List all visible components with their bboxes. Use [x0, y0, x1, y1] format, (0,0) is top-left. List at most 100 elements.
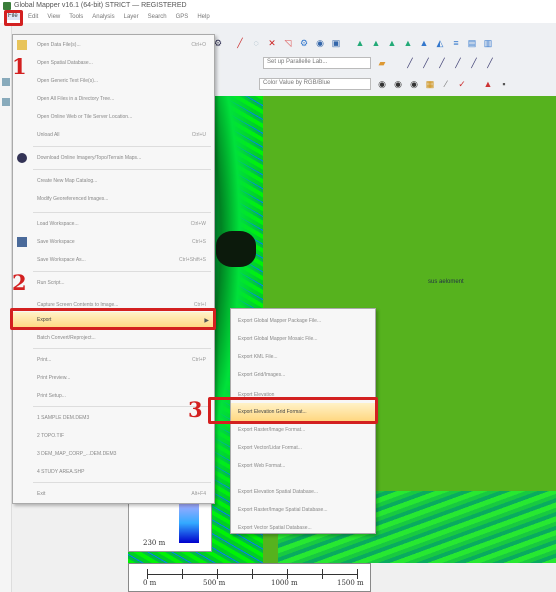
- digitize-icon-6[interactable]: ╱: [484, 57, 496, 69]
- wand-icon[interactable]: ⁄: [440, 78, 452, 90]
- grid-icon[interactable]: ≡: [450, 37, 462, 49]
- menu-item-unload-all[interactable]: Unload All Ctrl+U: [13, 127, 214, 143]
- window-title: Global Mapper v16.1 (64-bit) STRICT — RE…: [14, 2, 187, 9]
- menu-view[interactable]: View: [47, 14, 60, 20]
- toolbar-area: ⚙ ╱ ◌ ✕ ◹ ⚙ ◉ ▣ ▲ ▲ ▲ ▲ ▲ ◭ ≡ ▤ ▥ Set up…: [210, 23, 556, 96]
- menu-item-open-spatial-database[interactable]: Open Spatial Database...: [13, 55, 214, 71]
- menu-item-save-workspace-as[interactable]: Save Workspace As... Ctrl+Shift+S: [13, 252, 214, 268]
- menu-item-save-workspace[interactable]: Save Workspace Ctrl+S: [13, 234, 214, 250]
- menu-item-print[interactable]: Print... Ctrl+P: [13, 352, 214, 368]
- export-mosaic-file[interactable]: Export Global Mapper Mosaic File...: [231, 330, 375, 348]
- scale-tick: [182, 569, 183, 579]
- digitize-icon-5[interactable]: ╱: [468, 57, 480, 69]
- terrain-icon-1[interactable]: ▲: [354, 37, 366, 49]
- menu-item-recent-4[interactable]: 4 STUDY AREA.SHP: [13, 464, 214, 480]
- menu-separator: [33, 169, 211, 170]
- scale-tick: [217, 569, 218, 579]
- menu-layer[interactable]: Layer: [124, 14, 139, 20]
- hill-shade-icon[interactable]: ▦: [424, 78, 436, 90]
- menu-item-modify-images[interactable]: Modify Georeferenced Images...: [13, 191, 214, 207]
- profile-icon[interactable]: ◭: [434, 37, 446, 49]
- scale-tick: [357, 569, 358, 579]
- legend-min-label: 230 m: [143, 539, 166, 547]
- export-elevation-spatial-db[interactable]: Export Elevation Spatial Database...: [231, 483, 375, 501]
- shader-dropdown[interactable]: Color Value by RGB/Blue: [259, 78, 371, 90]
- projection-dropdown[interactable]: Set up Parallelle Lab...: [263, 57, 371, 69]
- menu-item-download-online[interactable]: Download Online Imagery/Topo/Terrain Map…: [13, 150, 214, 166]
- menu-edit[interactable]: Edit: [28, 14, 38, 20]
- digitize-icon-3[interactable]: ╱: [436, 57, 448, 69]
- menu-gps[interactable]: GPS: [176, 14, 189, 20]
- tool-icon-1[interactable]: [2, 78, 10, 86]
- terrain-icon-3[interactable]: ▲: [386, 37, 398, 49]
- shader-icon-3[interactable]: ◉: [408, 78, 420, 90]
- menu-item-run-script[interactable]: Run Script...: [13, 275, 214, 291]
- map-feature-label: sus aeloment: [428, 279, 464, 285]
- view-3d-icon[interactable]: ▲: [418, 37, 430, 49]
- digitize-icon-2[interactable]: ╱: [420, 57, 432, 69]
- export-vector-lidar-format[interactable]: Export Vector/Lidar Format...: [231, 439, 375, 457]
- menu-separator: [33, 212, 211, 213]
- gear-icon[interactable]: ⚙: [298, 37, 310, 49]
- menu-item-recent-2[interactable]: 2 TOPO.TIF: [13, 428, 214, 444]
- scale-bar: 0 m 500 m 1000 m 1500 m: [128, 563, 371, 592]
- menu-item-recent-1[interactable]: 1 SAMPLE DEM.DEM3: [13, 410, 214, 426]
- scale-tick: [252, 569, 253, 579]
- export-web-format[interactable]: Export Web Format...: [231, 457, 375, 475]
- step-number-2: 2: [12, 270, 27, 295]
- step-number-1: 1: [12, 54, 27, 79]
- menu-help[interactable]: Help: [197, 14, 209, 20]
- chart-icon[interactable]: ▥: [482, 37, 494, 49]
- export-grid-images[interactable]: Export Grid/Images...: [231, 366, 375, 384]
- menu-item-exit[interactable]: Exit Alt+F4: [13, 486, 214, 502]
- menu-item-open-data-files[interactable]: Open Data File(s)... Ctrl+O: [13, 37, 214, 53]
- step-number-3: 3: [188, 397, 203, 422]
- menu-item-create-map-catalog[interactable]: Create New Map Catalog...: [13, 173, 214, 189]
- menu-item-open-generic-text[interactable]: Open Generic Text File(s)...: [13, 73, 214, 89]
- digitize-icon-4[interactable]: ╱: [452, 57, 464, 69]
- file-menu: Open Data File(s)... Ctrl+O Open Spatial…: [12, 34, 215, 504]
- zoom-icon[interactable]: ◌: [250, 37, 262, 49]
- save-icon: [17, 237, 27, 247]
- layer-icon[interactable]: ▤: [466, 37, 478, 49]
- app-icon: [3, 1, 11, 10]
- folder-icon[interactable]: ▰: [376, 57, 388, 69]
- globe-icon[interactable]: ◉: [314, 37, 326, 49]
- highlight-box-export: [10, 308, 216, 330]
- palette-icon[interactable]: ▪: [498, 78, 510, 90]
- terrain-depression: [216, 231, 256, 267]
- toolbar-row-1: ⚙ ╱ ◌ ✕ ◹ ⚙ ◉ ▣ ▲ ▲ ▲ ▲ ▲ ◭ ≡ ▤ ▥: [210, 33, 556, 53]
- measure-icon[interactable]: ◹: [282, 37, 294, 49]
- tool-icon-2[interactable]: [2, 98, 10, 106]
- draw-line-icon[interactable]: ╱: [234, 37, 246, 49]
- export-package-file[interactable]: Export Global Mapper Package File...: [231, 312, 375, 330]
- highlight-box-file-menu: [4, 10, 23, 26]
- menu-item-open-directory-tree[interactable]: Open All Files in a Directory Tree...: [13, 91, 214, 107]
- shader-icon-1[interactable]: ◉: [376, 78, 388, 90]
- terrain-icon-2[interactable]: ▲: [370, 37, 382, 49]
- menu-item-load-workspace[interactable]: Load Workspace... Ctrl+W: [13, 216, 214, 232]
- menu-item-print-setup[interactable]: Print Setup...: [13, 388, 214, 404]
- export-raster-spatial-db[interactable]: Export Raster/Image Spatial Database...: [231, 501, 375, 519]
- menu-item-recent-3[interactable]: 3 DEM_MAP_CORP_...DEM.DEM3: [13, 446, 214, 462]
- scale-label-1500: 1500 m: [337, 579, 364, 587]
- menu-item-open-web-server[interactable]: Open Online Web or Tile Server Location.…: [13, 109, 214, 125]
- scale-tick: [287, 569, 288, 579]
- toolbar-row-3: Color Value by RGB/Blue ◉ ◉ ◉ ▦ ⁄ ✓ ▲ ▪: [210, 74, 556, 94]
- pin-icon[interactable]: ✓: [456, 78, 468, 90]
- mountain-icon[interactable]: ▲: [482, 78, 494, 90]
- export-vector-spatial-db[interactable]: Export Vector Spatial Database...: [231, 519, 375, 537]
- shader-icon-2[interactable]: ◉: [392, 78, 404, 90]
- digitize-icon-1[interactable]: ╱: [404, 57, 416, 69]
- menu-item-batch-convert[interactable]: Batch Convert/Reproject...: [13, 330, 214, 346]
- menu-item-print-preview[interactable]: Print Preview...: [13, 370, 214, 386]
- export-kml-file[interactable]: Export KML File...: [231, 348, 375, 366]
- feature-info-icon[interactable]: ▣: [330, 37, 342, 49]
- terrain-icon-4[interactable]: ▲: [402, 37, 414, 49]
- title-bar: Global Mapper v16.1 (64-bit) STRICT — RE…: [0, 0, 556, 11]
- delete-icon[interactable]: ✕: [266, 37, 278, 49]
- menu-search[interactable]: Search: [148, 14, 167, 20]
- legend-color-ramp: [179, 503, 199, 543]
- menu-tools[interactable]: Tools: [69, 14, 83, 20]
- menu-analysis[interactable]: Analysis: [92, 14, 114, 20]
